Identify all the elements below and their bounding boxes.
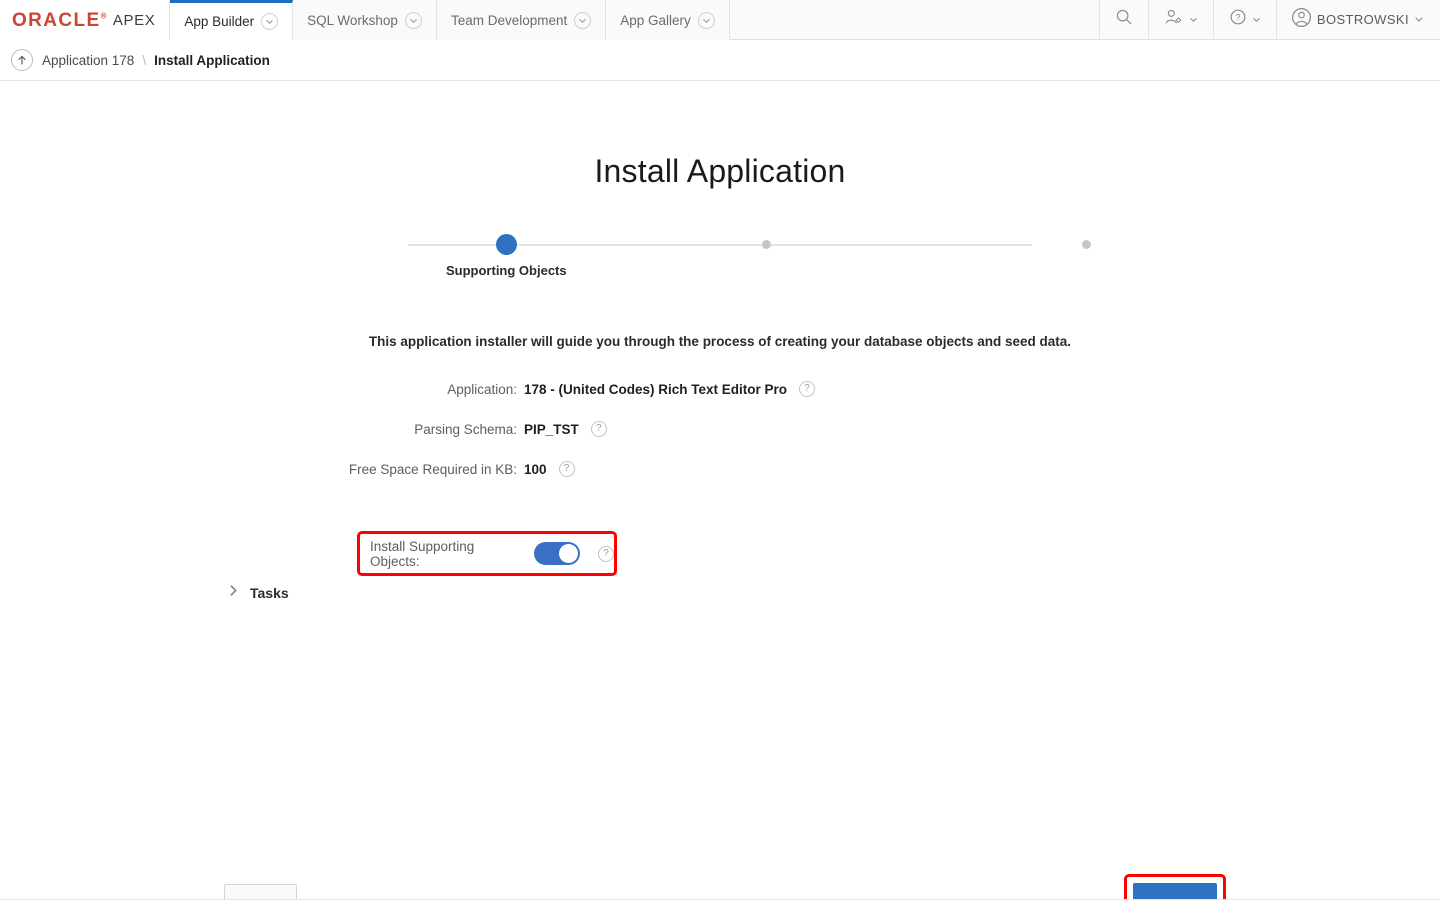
progress-step-2[interactable] — [762, 234, 771, 249]
field-row-parsing-schema: Parsing Schema: PIP_TST ? — [0, 409, 1440, 449]
user-menu-button[interactable]: BOSTROWSKI — [1277, 0, 1440, 39]
oracle-wordmark: ORACLE® — [12, 11, 108, 30]
svg-text:?: ? — [1235, 12, 1240, 22]
nav-spacer — [730, 0, 1100, 39]
breadcrumb-parent-link[interactable]: Application 178 — [42, 53, 134, 68]
nav-tab-app-gallery-label: App Gallery — [620, 13, 691, 28]
user-menu-label: BOSTROWSKI — [1317, 12, 1409, 27]
field-label-application: Application: — [0, 382, 524, 397]
chevron-down-icon[interactable] — [698, 12, 715, 29]
user-avatar-icon — [1291, 7, 1312, 33]
progress-dot — [762, 240, 771, 249]
chevron-down-icon — [1414, 11, 1424, 29]
field-value-free-space: 100 — [524, 462, 547, 477]
chevron-down-icon[interactable] — [405, 12, 422, 29]
top-navigation-bar: ORACLE® APEX App Builder SQL Workshop Te… — [0, 0, 1440, 40]
nav-tab-app-gallery[interactable]: App Gallery — [606, 0, 730, 40]
breadcrumb: Application 178 \ Install Application — [0, 40, 1440, 81]
chevron-down-icon — [1252, 11, 1261, 29]
apex-wordmark: APEX — [113, 12, 155, 29]
nav-tab-sql-workshop[interactable]: SQL Workshop — [293, 0, 437, 40]
install-summary-fields: Application: 178 - (United Codes) Rich T… — [0, 369, 1440, 489]
search-button[interactable] — [1100, 0, 1149, 39]
help-menu-button[interactable]: ? — [1214, 0, 1277, 39]
field-value-parsing-schema: PIP_TST — [524, 422, 579, 437]
main-content: Install Application Supporting Objects T… — [0, 81, 1440, 899]
help-icon[interactable]: ? — [591, 421, 607, 437]
arrow-up-icon[interactable] — [11, 49, 33, 71]
nav-tab-team-development-label: Team Development — [451, 13, 567, 28]
nav-tab-team-development[interactable]: Team Development — [437, 0, 606, 40]
nav-tab-app-builder-label: App Builder — [184, 14, 254, 29]
help-icon[interactable]: ? — [559, 461, 575, 477]
chevron-down-icon — [1189, 11, 1198, 29]
field-label-free-space: Free Space Required in KB: — [0, 462, 524, 477]
toggle-knob — [559, 544, 578, 563]
chevron-down-icon[interactable] — [574, 12, 591, 29]
next-button[interactable]: Next — [1133, 883, 1217, 900]
field-row-application: Application: 178 - (United Codes) Rich T… — [0, 369, 1440, 409]
installer-intro-text: This application installer will guide yo… — [0, 334, 1440, 349]
breadcrumb-current: Install Application — [154, 53, 270, 68]
chevron-right-icon — [227, 584, 240, 602]
next-button-highlight: Next — [1124, 874, 1226, 900]
help-icon[interactable]: ? — [598, 546, 614, 562]
nav-tabs: App Builder SQL Workshop Team Developmen… — [170, 0, 729, 39]
progress-step-3[interactable] — [1082, 234, 1091, 249]
field-value-parsing-schema-wrap: PIP_TST ? — [524, 421, 607, 437]
nav-right-group: ? BOSTROWSKI — [1100, 0, 1440, 39]
wizard-progress-bar: Supporting Objects — [398, 234, 1042, 290]
search-icon — [1115, 8, 1133, 31]
progress-dot-active — [496, 234, 517, 255]
administration-menu-button[interactable] — [1149, 0, 1214, 39]
field-value-free-space-wrap: 100 ? — [524, 461, 575, 477]
oracle-apex-logo[interactable]: ORACLE® APEX — [0, 0, 170, 40]
field-value-application: 178 - (United Codes) Rich Text Editor Pr… — [524, 382, 787, 397]
tasks-label: Tasks — [250, 585, 289, 601]
progress-step-label: Supporting Objects — [446, 263, 567, 278]
breadcrumb-separator: \ — [142, 53, 146, 68]
help-icon: ? — [1229, 8, 1247, 31]
help-icon[interactable]: ? — [799, 381, 815, 397]
tasks-section-toggle[interactable]: Tasks — [227, 584, 289, 602]
progress-dot — [1082, 240, 1091, 249]
field-label-parsing-schema: Parsing Schema: — [0, 422, 524, 437]
install-supporting-objects-label: Install Supporting Objects: — [370, 539, 520, 569]
cancel-button[interactable]: Cancel — [224, 884, 297, 900]
progress-step-supporting-objects[interactable]: Supporting Objects — [446, 234, 567, 278]
user-admin-icon — [1164, 8, 1184, 31]
install-supporting-objects-highlight: Install Supporting Objects: ? — [357, 531, 617, 576]
install-supporting-objects-toggle[interactable] — [534, 542, 580, 565]
page-title: Install Application — [0, 81, 1440, 190]
chevron-down-icon[interactable] — [261, 13, 278, 30]
nav-tab-sql-workshop-label: SQL Workshop — [307, 13, 398, 28]
field-value-application-wrap: 178 - (United Codes) Rich Text Editor Pr… — [524, 381, 815, 397]
field-row-free-space: Free Space Required in KB: 100 ? — [0, 449, 1440, 489]
nav-tab-app-builder[interactable]: App Builder — [170, 0, 293, 40]
